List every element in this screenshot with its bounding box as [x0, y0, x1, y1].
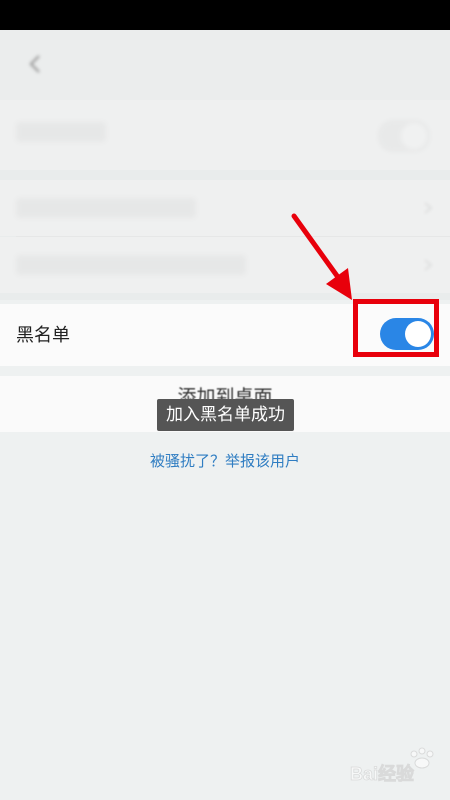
- toast-message: 加入黑名单成功: [157, 399, 294, 431]
- report-user-link[interactable]: 被骚扰了？举报该用户: [0, 450, 450, 471]
- highlight-box: [353, 299, 439, 357]
- blacklist-label: 黑名单: [16, 325, 70, 346]
- status-bar: [0, 0, 450, 30]
- nav-bar: [0, 30, 450, 100]
- dim-overlay: [0, 100, 450, 300]
- red-arrow-icon: [291, 213, 352, 300]
- svg-text:Bai经验: Bai经验: [350, 763, 415, 784]
- baidu-paw-icon: Bai经验: [348, 744, 440, 788]
- screen: 黑名单 添加到桌面 加入黑名单成功 被骚扰了？举报该用户 Bai经验: [0, 0, 450, 800]
- back-arrow-icon[interactable]: [22, 50, 50, 78]
